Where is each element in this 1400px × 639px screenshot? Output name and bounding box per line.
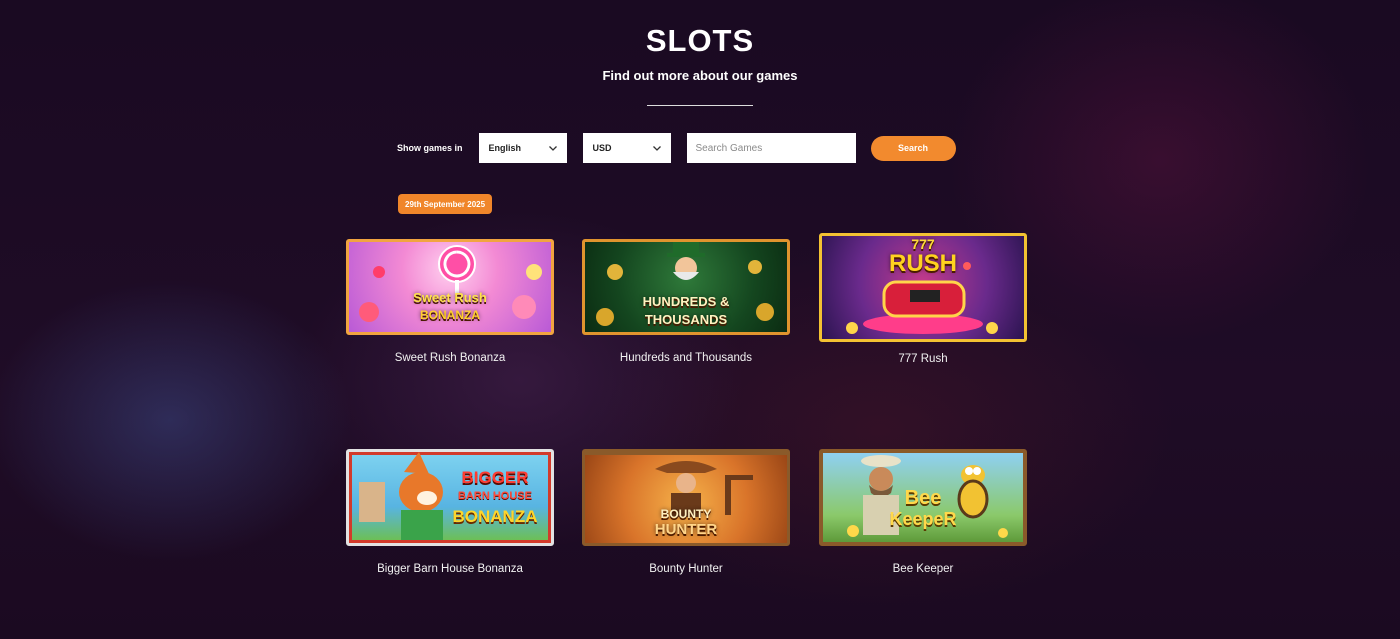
page-header: SLOTS Find out more about our games xyxy=(0,22,1400,106)
game-title[interactable]: Bigger Barn House Bonanza xyxy=(346,563,554,575)
game-card-sweet-rush-bonanza[interactable]: Sweet Rush BONANZA Sweet Rush Bonanza xyxy=(346,239,554,364)
game-title[interactable]: Sweet Rush Bonanza xyxy=(346,352,554,364)
logo-line-1: BOUNTY xyxy=(660,507,712,521)
chevron-down-icon xyxy=(652,146,661,151)
game-thumbnail[interactable]: BIGGER BARN HOUSE BONANZA xyxy=(346,449,554,546)
game-thumbnail[interactable]: Bee KeepeR xyxy=(819,449,1027,546)
logo-line-1: Sweet Rush xyxy=(413,290,487,305)
game-card-hundreds-and-thousands[interactable]: HUNDREDS & THOUSANDS Hundreds and Thousa… xyxy=(582,239,790,364)
game-title[interactable]: Hundreds and Thousands xyxy=(582,352,790,364)
logo-line-2: HUNTER xyxy=(654,521,718,538)
logo-line-3: BONANZA xyxy=(452,507,538,526)
game-title[interactable]: Bounty Hunter xyxy=(582,563,790,575)
logo-line-2: THOUSANDS xyxy=(644,312,728,327)
logo-line-2: BARN HOUSE xyxy=(458,490,532,502)
language-value: English xyxy=(488,143,522,153)
game-thumbnail[interactable]: HUNDREDS & THOUSANDS xyxy=(582,239,790,335)
game-card-bounty-hunter[interactable]: BOUNTY HUNTER Bounty Hunter xyxy=(582,449,790,575)
filter-bar: Show games in English USD Search xyxy=(397,133,956,163)
filter-label: Show games in xyxy=(397,143,463,153)
game-card-777-rush[interactable]: 777 RUSH 777 Rush xyxy=(819,233,1027,365)
game-thumbnail[interactable]: 777 RUSH xyxy=(819,233,1027,342)
page-title: SLOTS xyxy=(645,23,755,58)
logo-line-2: BONANZA xyxy=(420,308,480,322)
game-card-bee-keeper[interactable]: Bee KeepeR Bee Keeper xyxy=(819,449,1027,575)
logo-line-1: HUNDREDS & xyxy=(642,294,730,309)
logo-line-2: KeepeR xyxy=(889,509,957,529)
currency-select[interactable]: USD xyxy=(582,133,671,163)
language-select[interactable]: English xyxy=(478,133,567,163)
page-subtitle: Find out more about our games xyxy=(602,68,798,83)
logo-line-1: Bee xyxy=(904,487,942,509)
logo-line-2: RUSH xyxy=(888,250,957,277)
currency-value: USD xyxy=(592,143,612,153)
logo-line-1: BIGGER xyxy=(461,468,529,487)
search-button[interactable]: Search xyxy=(870,135,956,161)
game-title[interactable]: Bee Keeper xyxy=(819,563,1027,575)
game-thumbnail[interactable]: Sweet Rush BONANZA xyxy=(346,239,554,335)
game-title[interactable]: 777 Rush xyxy=(819,353,1027,365)
search-input[interactable] xyxy=(686,133,856,163)
header-divider xyxy=(647,105,753,106)
game-thumbnail[interactable]: BOUNTY HUNTER xyxy=(582,449,790,546)
game-card-bigger-barn-house-bonanza[interactable]: BIGGER BARN HOUSE BONANZA Bigger Barn Ho… xyxy=(346,449,554,575)
date-badge: 29th September 2025 xyxy=(398,194,493,214)
chevron-down-icon xyxy=(548,146,557,151)
